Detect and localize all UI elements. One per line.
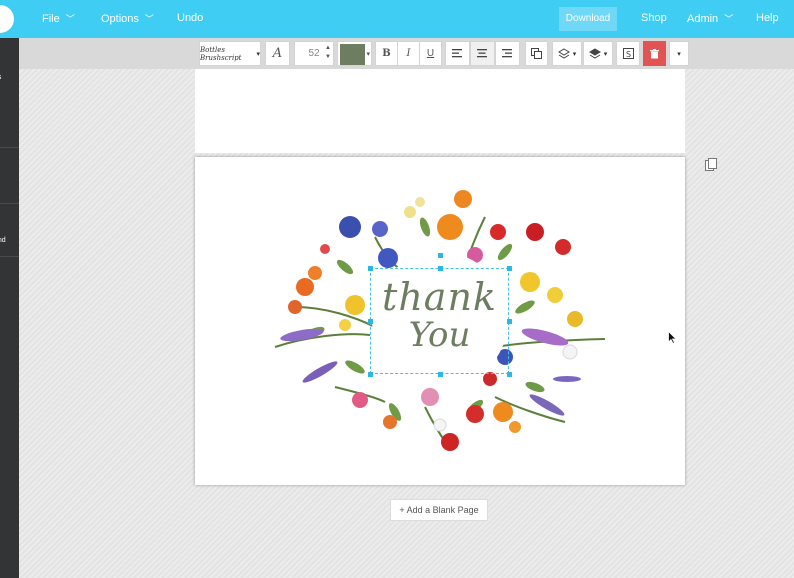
layer-up-icon [557,48,570,59]
nav-admin-label: Admin [687,13,719,25]
caret-down-icon: ▾ [366,50,370,58]
font-style-icon: A [272,46,283,61]
underline-button[interactable]: U [419,41,442,66]
trash-icon [650,48,659,58]
nav-options[interactable]: Options ﹀ [101,12,154,25]
font-style-button[interactable]: A [265,41,290,66]
mouse-cursor-icon [668,331,677,344]
bold-button[interactable]: B [375,41,398,66]
card-text[interactable]: thank You [370,277,509,353]
italic-button[interactable]: I [397,41,420,66]
resize-handle[interactable] [438,266,443,271]
card-text-line1: thank [382,275,497,319]
svg-text:S: S [626,50,631,59]
design-page[interactable]: thank You [195,157,685,485]
resize-handle[interactable] [507,372,512,377]
rotate-handle[interactable] [438,253,443,258]
previous-page [195,69,685,153]
duplicate-button[interactable] [525,41,548,66]
resize-handle[interactable] [438,372,443,377]
resize-handle[interactable] [368,372,373,377]
align-left-icon [452,49,462,58]
font-size-value: 52 [308,48,320,59]
text-format-toolbar: Bottles Brushscript ▾ A 52 ▲ ▼ ▾ B I U ▾ ▾… [197,41,690,67]
chevron-down-icon: ﹀ [724,14,734,24]
layer-down-icon [588,48,601,59]
card-text-line2: You [408,315,471,355]
nav-file-label: File [42,13,60,25]
undo-button[interactable]: Undo [177,12,203,24]
color-swatch [340,44,365,65]
font-family-value: Bottles Brushscript [200,45,242,62]
add-blank-page-button[interactable]: + Add a Blank Page [390,499,488,521]
logo[interactable] [0,5,14,33]
sidebar-item-label[interactable]: es [0,74,1,81]
divider [0,147,19,148]
resize-handle[interactable] [368,266,373,271]
divider [0,203,19,204]
caret-down-icon: ▾ [677,50,681,58]
caret-down-icon: ▾ [256,50,260,58]
chevron-down-icon: ﹀ [65,14,75,24]
align-center-button[interactable] [470,41,495,66]
align-right-icon [502,49,512,58]
nav-help[interactable]: Help [756,12,779,24]
align-left-button[interactable] [445,41,470,66]
align-center-icon [477,49,487,58]
top-nav-bar: File ﹀ Options ﹀ Undo Download Shop Admin ﹀… [0,0,794,38]
send-backward-button[interactable]: ▾ [583,41,613,66]
caret-down-icon: ▾ [603,50,608,58]
sidebar-item-label[interactable]: und [0,237,6,244]
download-button[interactable]: Download [559,7,617,31]
nav-options-label: Options [101,13,139,25]
duplicate-icon [531,48,542,59]
save-icon: S [622,48,634,59]
nav-file[interactable]: File ﹀ [42,12,75,25]
text-color-picker[interactable]: ▾ [337,41,372,66]
caret-down-icon: ▾ [572,50,577,58]
more-options-button[interactable]: ▾ [669,41,689,66]
delete-button[interactable] [643,41,666,66]
nav-admin[interactable]: Admin ﹀ [687,12,733,25]
resize-handle[interactable] [368,319,373,324]
resize-handle[interactable] [507,319,512,324]
nav-shop[interactable]: Shop [641,12,667,24]
resize-handle[interactable] [507,266,512,271]
left-sidebar: es ts und [0,38,19,578]
font-family-select[interactable]: Bottles Brushscript ▾ [199,41,261,66]
stepper-arrows-icon[interactable]: ▲ ▼ [325,44,331,62]
divider [0,256,19,257]
copy-page-icon[interactable] [705,158,717,171]
bring-forward-button[interactable]: ▾ [552,41,582,66]
chevron-down-icon: ﹀ [144,14,154,24]
font-size-stepper[interactable]: 52 ▲ ▼ [294,41,334,66]
align-right-button[interactable] [495,41,520,66]
save-style-button[interactable]: S [616,41,640,66]
